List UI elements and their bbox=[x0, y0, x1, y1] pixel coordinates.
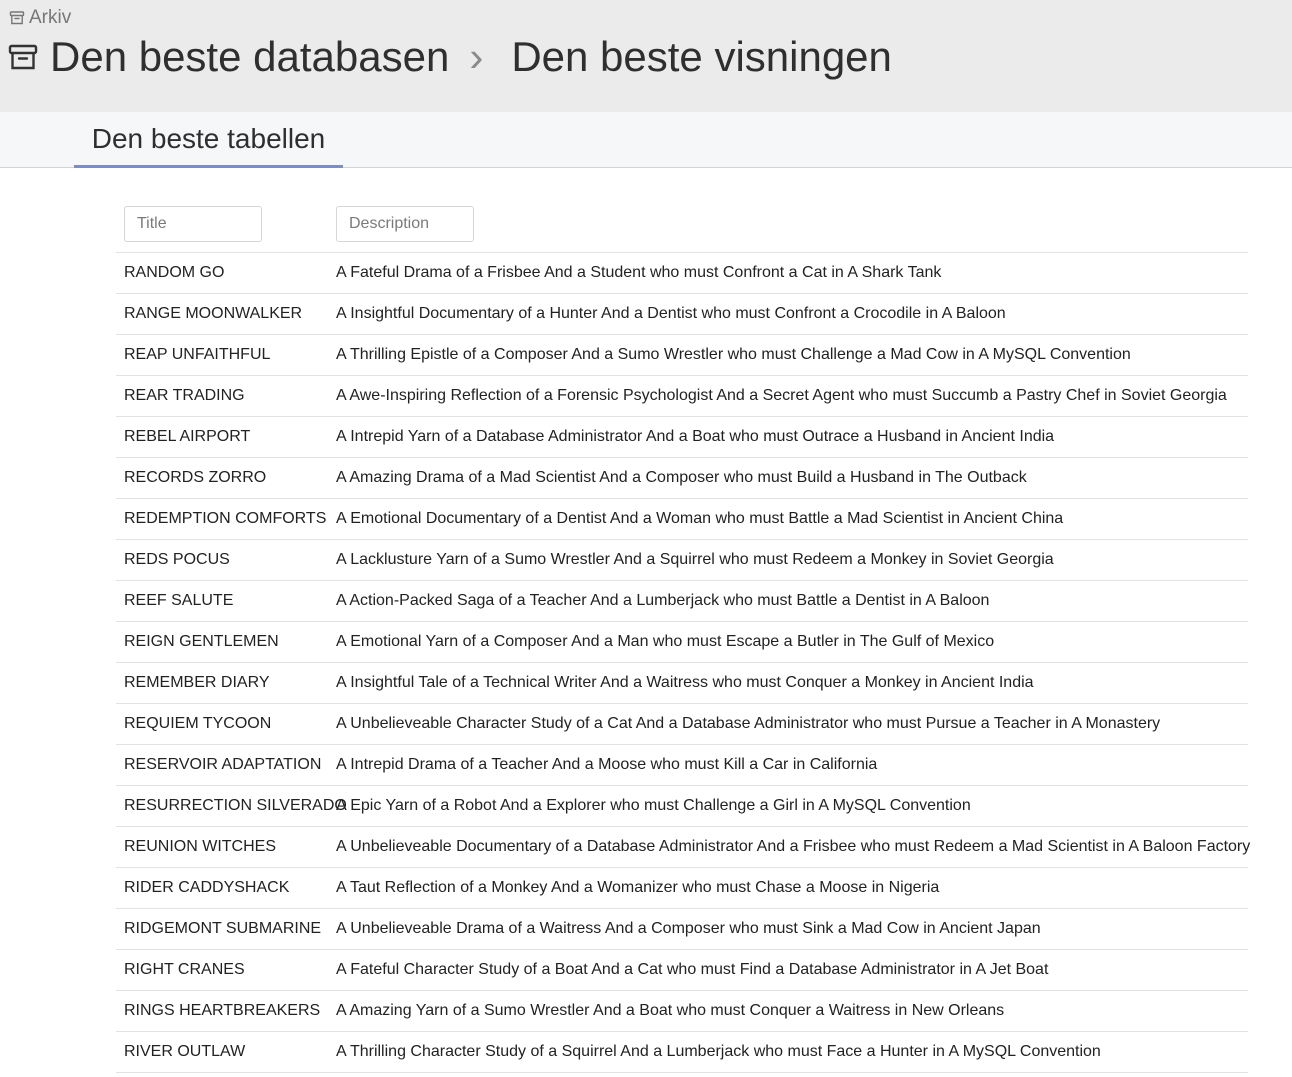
cell-description: A Amazing Yarn of a Sumo Wrestler And a … bbox=[336, 1002, 1005, 1019]
cell-description: A Insightful Documentary of a Hunter And… bbox=[336, 305, 1006, 322]
database-name[interactable]: Den beste databasen bbox=[50, 33, 449, 81]
table-row[interactable]: REAP UNFAITHFUL A Thrilling Epistle of a … bbox=[116, 335, 1248, 376]
breadcrumb-archive[interactable]: Arkiv bbox=[9, 6, 71, 30]
cell-title: RANGE MOONWALKER bbox=[124, 305, 303, 322]
table-row[interactable]: REMEMBER DIARY A Insightful Tale of a Tec… bbox=[116, 663, 1248, 704]
cell-title: REEF SALUTE bbox=[124, 592, 234, 609]
table-row[interactable]: RESERVOIR ADAPTATION A Intrepid Drama of … bbox=[116, 745, 1248, 786]
cell-title: REMEMBER DIARY bbox=[124, 674, 270, 691]
cell-description: A Unbelieveable Character Study of a Cat… bbox=[336, 715, 1161, 732]
cell-title: REQUIEM TYCOON bbox=[124, 715, 272, 732]
cell-description: A Emotional Documentary of a Dentist And… bbox=[336, 510, 1064, 527]
data-table: RANDOM GO A Fateful Drama of a Frisbee An… bbox=[116, 198, 1251, 1073]
archive-box-icon bbox=[9, 11, 25, 25]
cell-description: A Thrilling Character Study of a Squirre… bbox=[336, 1043, 1101, 1060]
cell-title: REDS POCUS bbox=[124, 551, 230, 568]
cell-description: A Unbelieveable Drama of a Waitress And … bbox=[336, 920, 1041, 937]
cell-title: RESURRECTION SILVERADO bbox=[124, 797, 347, 814]
cell-title: RESERVOIR ADAPTATION bbox=[124, 756, 322, 773]
table-row[interactable]: RIGHT CRANES A Fateful Character Study of… bbox=[116, 950, 1248, 991]
cell-description: A Emotional Yarn of a Composer And a Man… bbox=[336, 633, 995, 650]
tab-den-beste-tabellen[interactable]: Den beste tabellen bbox=[74, 112, 343, 168]
cell-title: REAR TRADING bbox=[124, 387, 245, 404]
description-filter-input[interactable] bbox=[336, 206, 474, 242]
table-row[interactable]: REDS POCUS A Lacklusture Yarn of a Sumo W… bbox=[116, 540, 1248, 581]
cell-title: RIVER OUTLAW bbox=[124, 1043, 246, 1060]
table-row[interactable]: REAR TRADING A Awe-Inspiring Reflection o… bbox=[116, 376, 1248, 417]
cell-title: RIDER CADDYSHACK bbox=[124, 879, 290, 896]
cell-title: RANDOM GO bbox=[124, 264, 225, 281]
cell-description: A Taut Reflection of a Monkey And a Woma… bbox=[336, 879, 940, 896]
chevron-right-icon: › bbox=[469, 33, 484, 80]
cell-description: A Amazing Drama of a Mad Scientist And a… bbox=[336, 469, 1027, 486]
cell-title: REUNION WITCHES bbox=[124, 838, 276, 855]
archive-box-icon bbox=[8, 44, 38, 70]
cell-title: RIDGEMONT SUBMARINE bbox=[124, 920, 322, 937]
cell-description: A Intrepid Yarn of a Database Administra… bbox=[336, 428, 1055, 445]
table-row[interactable]: REUNION WITCHES A Unbelieveable Documenta… bbox=[116, 827, 1251, 868]
cell-title: REBEL AIRPORT bbox=[124, 428, 251, 445]
cell-description: A Unbelieveable Documentary of a Databas… bbox=[336, 838, 1251, 855]
cell-description: A Epic Yarn of a Robot And a Explorer wh… bbox=[336, 797, 971, 814]
cell-title: RINGS HEARTBREAKERS bbox=[124, 1002, 321, 1019]
view-name: Den beste visningen bbox=[511, 33, 892, 80]
breadcrumb-archive-label: Arkiv bbox=[29, 7, 72, 28]
table-row[interactable]: RECORDS ZORRO A Amazing Drama of a Mad Sc… bbox=[116, 458, 1248, 499]
table-row[interactable]: REBEL AIRPORT A Intrepid Yarn of a Databa… bbox=[116, 417, 1248, 458]
cell-title: REAP UNFAITHFUL bbox=[124, 346, 271, 363]
table-row[interactable]: RIDER CADDYSHACK A Taut Reflection of a M… bbox=[116, 868, 1248, 909]
cell-description: A Intrepid Drama of a Teacher And a Moos… bbox=[336, 756, 878, 773]
title-filter-input[interactable] bbox=[124, 206, 262, 242]
cell-title: REDEMPTION COMFORTS bbox=[124, 510, 327, 527]
table-row[interactable]: REDEMPTION COMFORTS A Emotional Documenta… bbox=[116, 499, 1248, 540]
table-row[interactable]: REQUIEM TYCOON A Unbelieveable Character … bbox=[116, 704, 1248, 745]
cell-description: A Fateful Drama of a Frisbee And a Stude… bbox=[336, 264, 942, 281]
cell-title: REIGN GENTLEMEN bbox=[124, 633, 279, 650]
table-row[interactable]: RESURRECTION SILVERADO A Epic Yarn of a R… bbox=[116, 786, 1248, 827]
table-body: RANDOM GO A Fateful Drama of a Frisbee An… bbox=[116, 253, 1251, 1073]
table-row[interactable]: RINGS HEARTBREAKERS A Amazing Yarn of a S… bbox=[116, 991, 1248, 1032]
filter-row bbox=[116, 198, 1248, 253]
cell-title: RECORDS ZORRO bbox=[124, 469, 267, 486]
cell-description: A Fateful Character Study of a Boat And … bbox=[336, 961, 1049, 978]
page-header: Arkiv Den beste databasen › Den beste vi… bbox=[0, 0, 1292, 112]
cell-title: RIGHT CRANES bbox=[124, 961, 245, 978]
table-row[interactable]: RIVER OUTLAW A Thrilling Character Study … bbox=[116, 1032, 1248, 1073]
tab-bar: Den beste tabellen bbox=[0, 112, 1292, 168]
cell-description: A Thrilling Epistle of a Composer And a … bbox=[336, 346, 1131, 363]
cell-description: A Awe-Inspiring Reflection of a Forensic… bbox=[336, 387, 1227, 404]
cell-description: A Insightful Tale of a Technical Writer … bbox=[336, 674, 1034, 691]
table-row[interactable]: REIGN GENTLEMEN A Emotional Yarn of a Com… bbox=[116, 622, 1248, 663]
cell-description: A Lacklusture Yarn of a Sumo Wrestler An… bbox=[336, 551, 1054, 568]
table-row[interactable]: REEF SALUTE A Action-Packed Saga of a Tea… bbox=[116, 581, 1248, 622]
page-title: Den beste databasen › Den beste visninge… bbox=[8, 28, 892, 86]
table-row[interactable]: RANGE MOONWALKER A Insightful Documentary… bbox=[116, 294, 1248, 335]
cell-description: A Action-Packed Saga of a Teacher And a … bbox=[336, 592, 990, 609]
table-row[interactable]: RIDGEMONT SUBMARINE A Unbelieveable Drama… bbox=[116, 909, 1248, 950]
table-row[interactable]: RANDOM GO A Fateful Drama of a Frisbee An… bbox=[116, 253, 1248, 294]
